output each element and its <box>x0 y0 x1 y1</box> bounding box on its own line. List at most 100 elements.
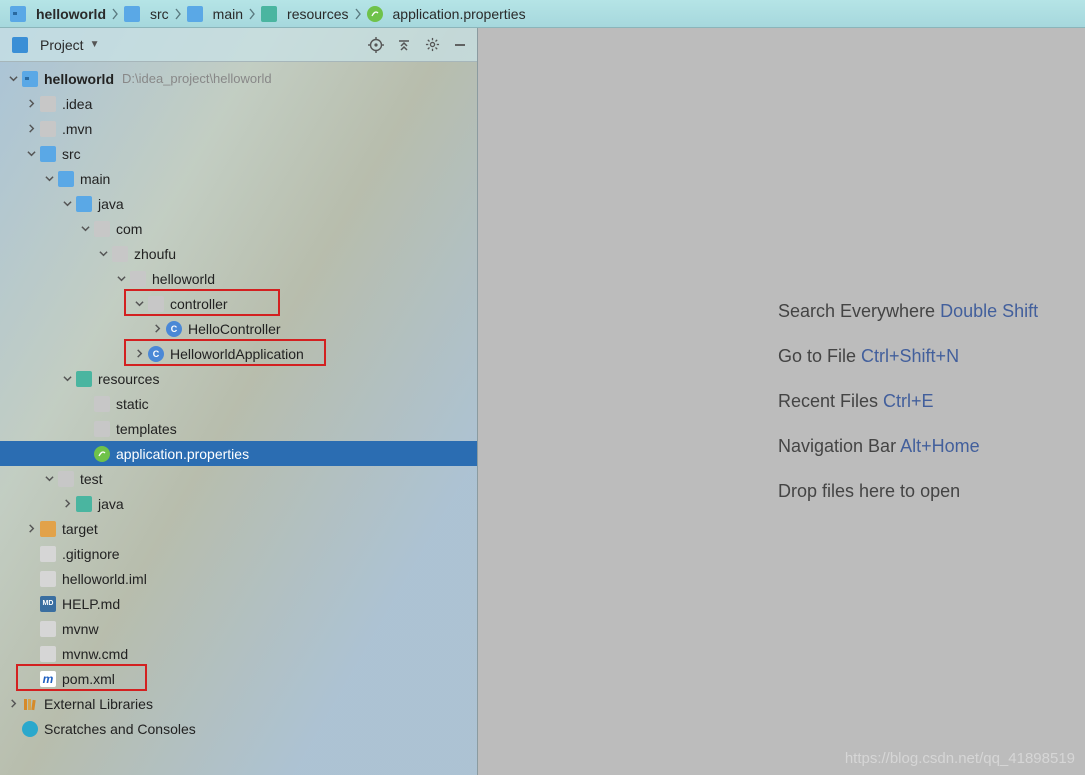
tree-node-label: pom.xml <box>62 671 115 687</box>
chevron-right-icon[interactable] <box>6 697 20 711</box>
tree-node[interactable]: .gitignore <box>0 541 477 566</box>
chevron-right-icon[interactable] <box>60 497 74 511</box>
tree-node-label: helloworld <box>152 271 215 287</box>
chevron-down-icon[interactable] <box>78 222 92 236</box>
folder-blue-icon <box>40 146 56 162</box>
breadcrumb-item[interactable]: main <box>183 6 247 22</box>
folder-icon <box>94 221 110 237</box>
folder-blue-icon <box>58 171 74 187</box>
tree-node-label: helloworld <box>44 71 114 87</box>
chevron-right-icon[interactable] <box>150 322 164 336</box>
tree-node-label: HelloworldApplication <box>170 346 304 362</box>
tree-node[interactable]: java <box>0 191 477 216</box>
tree-node[interactable]: java <box>0 491 477 516</box>
project-tree[interactable]: helloworldD:\idea_project\helloworld.ide… <box>0 62 477 775</box>
md-icon: MD <box>40 596 56 612</box>
folder-icon <box>94 396 110 412</box>
tree-node[interactable]: CHelloController <box>0 316 477 341</box>
chevron-right-icon[interactable] <box>24 522 38 536</box>
tips-list: Search Everywhere Double ShiftGo to File… <box>778 301 1038 502</box>
tree-node[interactable]: zhoufu <box>0 241 477 266</box>
tree-node[interactable]: .idea <box>0 91 477 116</box>
tree-node[interactable]: application.properties <box>0 441 477 466</box>
breadcrumb-item[interactable]: helloworld <box>6 6 110 22</box>
toolwindow-title: Project <box>40 37 84 53</box>
arrow-placeholder <box>78 397 92 411</box>
breadcrumb[interactable]: helloworld srcmain resources application.pr… <box>0 0 1085 28</box>
lib-icon <box>22 696 38 712</box>
tree-node[interactable]: mpom.xml <box>0 666 477 691</box>
tree-node[interactable]: src <box>0 141 477 166</box>
chevron-down-icon[interactable] <box>114 272 128 286</box>
arrow-placeholder <box>78 447 92 461</box>
tree-node-label: test <box>80 471 103 487</box>
module-icon <box>10 6 26 22</box>
file-icon <box>40 546 56 562</box>
module-icon <box>22 71 38 87</box>
tree-node-label: templates <box>116 421 177 437</box>
toolwindow-title-combo[interactable]: Project ▼ <box>6 35 105 55</box>
tree-node-label: application.properties <box>116 446 249 462</box>
tree-node[interactable]: templates <box>0 416 477 441</box>
breadcrumb-separator <box>110 5 120 23</box>
tip-shortcut: Ctrl+Shift+N <box>861 346 959 366</box>
arrow-placeholder <box>78 422 92 436</box>
folder-teal-icon <box>261 6 277 22</box>
chevron-right-icon[interactable] <box>132 347 146 361</box>
tip-text: Go to File <box>778 346 861 366</box>
tree-node[interactable]: Scratches and Consoles <box>0 716 477 741</box>
breadcrumb-separator <box>353 5 363 23</box>
tree-node-label: External Libraries <box>44 696 153 712</box>
chevron-down-icon[interactable] <box>6 72 20 86</box>
tree-node[interactable]: C HelloworldApplication <box>0 341 477 366</box>
chevron-down-icon[interactable] <box>42 472 56 486</box>
tree-node[interactable]: MDHELP.md <box>0 591 477 616</box>
chevron-down-icon[interactable] <box>42 172 56 186</box>
chevron-down-icon[interactable] <box>132 297 146 311</box>
tree-node[interactable]: mvnw.cmd <box>0 641 477 666</box>
breadcrumb-item[interactable]: application.properties <box>363 6 530 22</box>
tree-node[interactable]: resources <box>0 366 477 391</box>
tree-node[interactable]: helloworld <box>0 266 477 291</box>
collapse-all-icon[interactable] <box>393 34 415 56</box>
breadcrumb-item[interactable]: src <box>120 6 173 22</box>
breadcrumb-item[interactable]: resources <box>257 6 352 22</box>
folder-icon <box>94 421 110 437</box>
project-toolwindow: Project ▼ helloworldD:\idea_project\hell… <box>0 28 478 775</box>
tree-node[interactable]: .mvn <box>0 116 477 141</box>
tree-node[interactable]: test <box>0 466 477 491</box>
chevron-right-icon[interactable] <box>24 97 38 111</box>
chevron-down-icon[interactable] <box>24 147 38 161</box>
tree-node-label: mvnw <box>62 621 99 637</box>
arrow-placeholder <box>24 597 38 611</box>
arrow-placeholder <box>24 672 38 686</box>
tree-node[interactable]: main <box>0 166 477 191</box>
spring-icon <box>94 446 110 462</box>
watermark-text: https://blog.csdn.net/qq_41898519 <box>845 750 1075 767</box>
tree-node[interactable]: External Libraries <box>0 691 477 716</box>
tree-node[interactable]: static <box>0 391 477 416</box>
gear-icon[interactable] <box>421 34 443 56</box>
tree-node[interactable]: controller <box>0 291 477 316</box>
tree-node[interactable]: com <box>0 216 477 241</box>
tip-shortcut: Double Shift <box>940 301 1038 321</box>
hide-icon[interactable] <box>449 34 471 56</box>
breadcrumb-separator <box>247 5 257 23</box>
tip-text: Navigation Bar <box>778 436 900 456</box>
tree-node[interactable]: helloworldD:\idea_project\helloworld <box>0 66 477 91</box>
tip-shortcut: Ctrl+E <box>883 391 934 411</box>
tree-node-label: zhoufu <box>134 246 176 262</box>
chevron-down-icon[interactable] <box>60 372 74 386</box>
tree-node[interactable]: mvnw <box>0 616 477 641</box>
tree-node[interactable]: helloworld.iml <box>0 566 477 591</box>
chevron-down-icon[interactable] <box>96 247 110 261</box>
chevron-down-icon[interactable] <box>60 197 74 211</box>
locate-icon[interactable] <box>365 34 387 56</box>
folder-icon <box>58 471 74 487</box>
tip-shortcut: Alt+Home <box>900 436 980 456</box>
tree-node[interactable]: target <box>0 516 477 541</box>
arrow-placeholder <box>6 722 20 736</box>
chevron-right-icon[interactable] <box>24 122 38 136</box>
tree-node-label: HelloController <box>188 321 281 337</box>
spring-class-icon: C <box>148 346 164 362</box>
